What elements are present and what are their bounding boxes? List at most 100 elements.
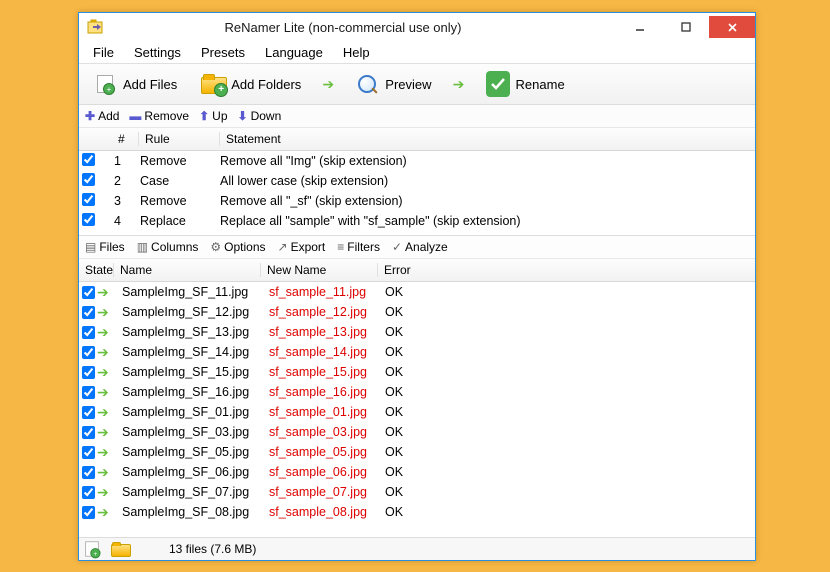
files-header: State Name New Name Error xyxy=(79,259,755,282)
col-name[interactable]: Name xyxy=(114,263,261,277)
file-row[interactable]: ➔SampleImg_SF_06.jpgsf_sample_06.jpgOK xyxy=(79,462,755,482)
file-newname: sf_sample_06.jpg xyxy=(263,465,379,479)
folder-add-icon: + xyxy=(201,74,225,94)
arrow-right-icon: ➔ xyxy=(97,484,109,501)
maximize-button[interactable] xyxy=(663,16,709,38)
file-row[interactable]: ➔SampleImg_SF_11.jpgsf_sample_11.jpgOK xyxy=(79,282,755,302)
menu-settings[interactable]: Settings xyxy=(126,43,189,62)
file-row[interactable]: ➔SampleImg_SF_01.jpgsf_sample_01.jpgOK xyxy=(79,402,755,422)
rule-row[interactable]: 1RemoveRemove all "Img" (skip extension) xyxy=(79,151,755,171)
file-checkbox[interactable] xyxy=(82,286,95,299)
rename-button[interactable]: Rename xyxy=(478,68,573,100)
file-name: SampleImg_SF_12.jpg xyxy=(116,305,263,319)
file-row[interactable]: ➔SampleImg_SF_05.jpgsf_sample_05.jpgOK xyxy=(79,442,755,462)
menu-presets[interactable]: Presets xyxy=(193,43,253,62)
file-error: OK xyxy=(379,505,447,519)
col-state[interactable]: State xyxy=(79,263,114,277)
rule-row[interactable]: 3RemoveRemove all "_sf" (skip extension) xyxy=(79,191,755,211)
file-checkbox[interactable] xyxy=(82,506,95,519)
options-button[interactable]: ⚙Options xyxy=(210,240,265,254)
app-window: ReNamer Lite (non-commercial use only) F… xyxy=(78,12,756,561)
file-name: SampleImg_SF_03.jpg xyxy=(116,425,263,439)
down-arrow-icon: ⬇ xyxy=(238,109,248,123)
export-button[interactable]: ↗Export xyxy=(278,240,326,254)
file-checkbox[interactable] xyxy=(82,306,95,319)
arrow-right-icon: ➔ xyxy=(97,344,109,361)
arrow-right-icon: ➔ xyxy=(97,444,109,461)
col-rule[interactable]: Rule xyxy=(139,132,220,146)
file-newname: sf_sample_11.jpg xyxy=(263,285,379,299)
rule-checkbox[interactable] xyxy=(82,193,95,206)
file-checkbox[interactable] xyxy=(82,386,95,399)
file-newname: sf_sample_16.jpg xyxy=(263,385,379,399)
col-newname[interactable]: New Name xyxy=(261,263,378,277)
file-row[interactable]: ➔SampleImg_SF_14.jpgsf_sample_14.jpgOK xyxy=(79,342,755,362)
columns-button[interactable]: ▥Columns xyxy=(137,240,199,254)
status-add-file-button[interactable]: + xyxy=(83,540,101,558)
rules-down-button[interactable]: ⬇Down xyxy=(238,109,282,123)
file-checkbox[interactable] xyxy=(82,346,95,359)
add-folders-button[interactable]: + Add Folders xyxy=(193,68,309,100)
up-arrow-icon: ⬆ xyxy=(199,109,209,123)
menu-language[interactable]: Language xyxy=(257,43,331,62)
analyze-button[interactable]: ✓Analyze xyxy=(392,240,448,254)
file-row[interactable]: ➔ SampleImg_SF_16.jpgsf_sample_16.jpgOK xyxy=(79,382,755,402)
plus-icon: ✚ xyxy=(85,109,95,123)
file-checkbox[interactable] xyxy=(82,466,95,479)
file-error: OK xyxy=(379,485,447,499)
col-statement[interactable]: Statement xyxy=(220,132,755,146)
files-button[interactable]: ▤Files xyxy=(85,240,125,254)
arrow-right-icon: ➔ xyxy=(97,384,109,401)
rule-statement: Replace all "sample" with "sf_sample" (s… xyxy=(214,214,755,228)
rule-row[interactable]: 2CaseAll lower case (skip extension) xyxy=(79,171,755,191)
rule-row[interactable]: 4ReplaceReplace all "sample" with "sf_sa… xyxy=(79,211,755,231)
file-name: SampleImg_SF_15.jpg xyxy=(116,365,263,379)
rules-toolbar: ✚Add ▬Remove ⬆Up ⬇Down xyxy=(79,105,755,128)
file-row[interactable]: ➔SampleImg_SF_07.jpgsf_sample_07.jpgOK xyxy=(79,482,755,502)
file-checkbox[interactable] xyxy=(82,366,95,379)
minus-icon: ▬ xyxy=(129,109,141,123)
page-add-icon: + xyxy=(97,75,113,93)
preview-label: Preview xyxy=(385,77,431,92)
rule-statement: Remove all "Img" (skip extension) xyxy=(214,154,755,168)
arrow-right-icon: ➔ xyxy=(97,424,109,441)
menu-file[interactable]: File xyxy=(85,43,122,62)
rule-type: Remove xyxy=(134,194,214,208)
rules-remove-button[interactable]: ▬Remove xyxy=(129,109,189,123)
rules-up-button[interactable]: ⬆Up xyxy=(199,109,227,123)
arrow-right-icon: ➔ xyxy=(97,304,109,321)
rule-type: Replace xyxy=(134,214,214,228)
add-files-button[interactable]: + Add Files xyxy=(85,68,185,100)
file-error: OK xyxy=(379,385,447,399)
col-num[interactable]: # xyxy=(112,132,139,146)
files-toolbar: ▤Files ▥Columns ⚙Options ↗Export ≡Filter… xyxy=(79,236,755,259)
minimize-button[interactable] xyxy=(617,16,663,38)
file-error: OK xyxy=(379,405,447,419)
file-row[interactable]: ➔SampleImg_SF_08.jpgsf_sample_08.jpgOK xyxy=(79,502,755,522)
file-checkbox[interactable] xyxy=(82,406,95,419)
file-error: OK xyxy=(379,345,447,359)
rule-checkbox[interactable] xyxy=(82,153,95,166)
file-checkbox[interactable] xyxy=(82,326,95,339)
status-add-folder-button[interactable] xyxy=(111,540,129,558)
file-name: SampleImg_SF_16.jpg xyxy=(116,385,263,399)
file-row[interactable]: ➔SampleImg_SF_12.jpgsf_sample_12.jpgOK xyxy=(79,302,755,322)
rules-add-button[interactable]: ✚Add xyxy=(85,109,119,123)
file-row[interactable]: ➔SampleImg_SF_03.jpgsf_sample_03.jpgOK xyxy=(79,422,755,442)
file-checkbox[interactable] xyxy=(82,446,95,459)
file-checkbox[interactable] xyxy=(82,486,95,499)
file-error: OK xyxy=(379,365,447,379)
file-row[interactable]: ➔SampleImg_SF_15.jpgsf_sample_15.jpgOK xyxy=(79,362,755,382)
file-newname: sf_sample_08.jpg xyxy=(263,505,379,519)
rule-checkbox[interactable] xyxy=(82,173,95,186)
col-error[interactable]: Error xyxy=(378,263,446,277)
rule-statement: All lower case (skip extension) xyxy=(214,174,755,188)
menu-help[interactable]: Help xyxy=(335,43,378,62)
file-row[interactable]: ➔SampleImg_SF_13.jpgsf_sample_13.jpgOK xyxy=(79,322,755,342)
filters-button[interactable]: ≡Filters xyxy=(337,240,380,254)
rule-checkbox[interactable] xyxy=(82,213,95,226)
arrow-icon: ➔ xyxy=(317,76,339,93)
preview-button[interactable]: Preview xyxy=(347,68,439,100)
file-checkbox[interactable] xyxy=(82,426,95,439)
close-button[interactable] xyxy=(709,16,755,38)
